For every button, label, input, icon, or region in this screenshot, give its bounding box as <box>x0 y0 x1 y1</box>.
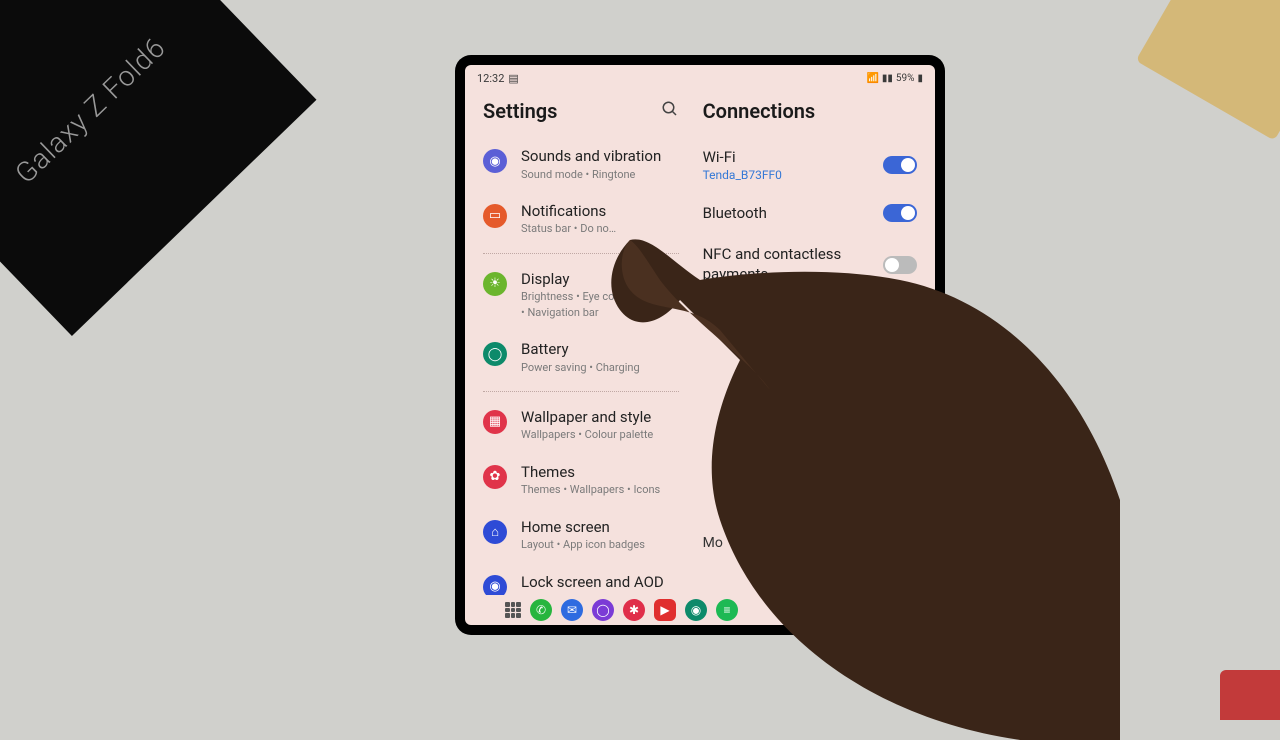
signal-icon: ▮▮ <box>882 73 893 84</box>
device-screen: 12:32 ▤ 📶 ▮▮ 59% ▮ Settings ◉ <box>465 65 935 625</box>
connections-title: Connections <box>703 99 816 123</box>
device-frame: 12:32 ▤ 📶 ▮▮ 59% ▮ Settings ◉ <box>455 55 945 635</box>
item-title: Display <box>521 270 679 290</box>
lock-icon: ◉ <box>483 575 507 595</box>
youtube-app-icon[interactable]: ▶ <box>654 599 676 621</box>
search-icon[interactable] <box>661 100 679 123</box>
more-row[interactable]: Mo <box>703 525 917 561</box>
product-box-prop: Galaxy Z Fold6 <box>0 0 316 336</box>
item-title: Battery <box>521 340 679 360</box>
bluetooth-toggle[interactable] <box>883 204 917 222</box>
item-title: Sounds and vibration <box>521 147 679 167</box>
conn-item-bluetooth[interactable]: Bluetooth <box>703 193 917 235</box>
item-subtitle: Wallpapers • Colour palette <box>521 427 679 442</box>
content-split: Settings ◉ Sounds and vibration Sound mo… <box>465 91 935 595</box>
box-label: Galaxy Z Fold6 <box>8 30 171 189</box>
item-subtitle: Layout • App icon badges <box>521 537 679 552</box>
nfc-toggle[interactable] <box>883 256 917 274</box>
conn-title: Wi-Fi <box>703 148 883 168</box>
gallery-app-icon[interactable]: ✱ <box>623 599 645 621</box>
bell-icon: ▭ <box>483 204 507 228</box>
home-icon: ⌂ <box>483 520 507 544</box>
viber-app-icon[interactable]: ◯ <box>592 599 614 621</box>
conn-title: NFC and contactless payments <box>703 245 883 284</box>
volume-icon: ◉ <box>483 149 507 173</box>
conn-sub: Tenda_B73FF0 <box>703 168 883 182</box>
sun-icon: ☀ <box>483 272 507 296</box>
palette-icon: ✿ <box>483 465 507 489</box>
wifi-icon: 📶 <box>866 73 878 84</box>
divider <box>483 391 679 392</box>
battery-icon: ▮ <box>917 73 923 84</box>
item-subtitle: Power saving • Charging <box>521 360 679 375</box>
settings-item-wallpaper[interactable]: ▦ Wallpaper and style Wallpapers • Colou… <box>483 398 679 453</box>
settings-item-themes[interactable]: ✿ Themes Themes • Wallpapers • Icons <box>483 453 679 508</box>
settings-item-display[interactable]: ☀ Display Brightness • Eye comfort shiel… <box>483 260 679 330</box>
watermark-strip <box>1220 670 1280 720</box>
settings-item-lock-screen[interactable]: ◉ Lock screen and AOD <box>483 563 679 595</box>
divider <box>483 253 679 254</box>
settings-item-home-screen[interactable]: ⌂ Home screen Layout • App icon badges <box>483 508 679 563</box>
settings-item-battery[interactable]: ◯ Battery Power saving • Charging <box>483 330 679 385</box>
connections-panel: Connections Wi-Fi Tenda_B73FF0 Bluetooth <box>691 91 935 595</box>
item-title: Notifications <box>521 202 679 222</box>
battery-text: 59% <box>896 73 915 84</box>
settings-panel: Settings ◉ Sounds and vibration Sound mo… <box>465 91 691 595</box>
conn-title: Bluetooth <box>703 204 883 224</box>
status-bar: 12:32 ▤ 📶 ▮▮ 59% ▮ <box>465 65 935 91</box>
apps-grid-icon[interactable] <box>505 602 521 618</box>
conn-item-wifi[interactable]: Wi-Fi Tenda_B73FF0 <box>703 137 917 193</box>
status-time: 12:32 <box>477 72 504 85</box>
wood-prop <box>1136 0 1280 141</box>
wifi-toggle[interactable] <box>883 156 917 174</box>
item-title: Wallpaper and style <box>521 408 679 428</box>
taskbar: ✆ ✉ ◯ ✱ ▶ ◉ ≡ <box>465 595 935 625</box>
item-subtitle: Status bar • Do no… <box>521 221 679 236</box>
messages-app-icon[interactable]: ✉ <box>561 599 583 621</box>
settings-item-sounds[interactable]: ◉ Sounds and vibration Sound mode • Ring… <box>483 137 679 192</box>
spotify-app-icon[interactable]: ≡ <box>716 599 738 621</box>
settings-item-notifications[interactable]: ▭ Notifications Status bar • Do no… <box>483 192 679 247</box>
item-subtitle: Brightness • Eye comfort shield • Naviga… <box>521 289 679 320</box>
item-subtitle: Sound mode • Ringtone <box>521 167 679 182</box>
whatsapp-app-icon[interactable]: ◉ <box>685 599 707 621</box>
item-subtitle: Themes • Wallpapers • Icons <box>521 482 679 497</box>
conn-item-nfc[interactable]: NFC and contactless payments <box>703 234 917 295</box>
image-icon: ▦ <box>483 410 507 434</box>
item-title: Home screen <box>521 518 679 538</box>
settings-title: Settings <box>483 99 557 123</box>
item-title: Themes <box>521 463 679 483</box>
phone-app-icon[interactable]: ✆ <box>530 599 552 621</box>
item-title: Lock screen and AOD <box>521 573 679 593</box>
status-card-icon: ▤ <box>508 72 518 85</box>
battery-ring-icon: ◯ <box>483 342 507 366</box>
